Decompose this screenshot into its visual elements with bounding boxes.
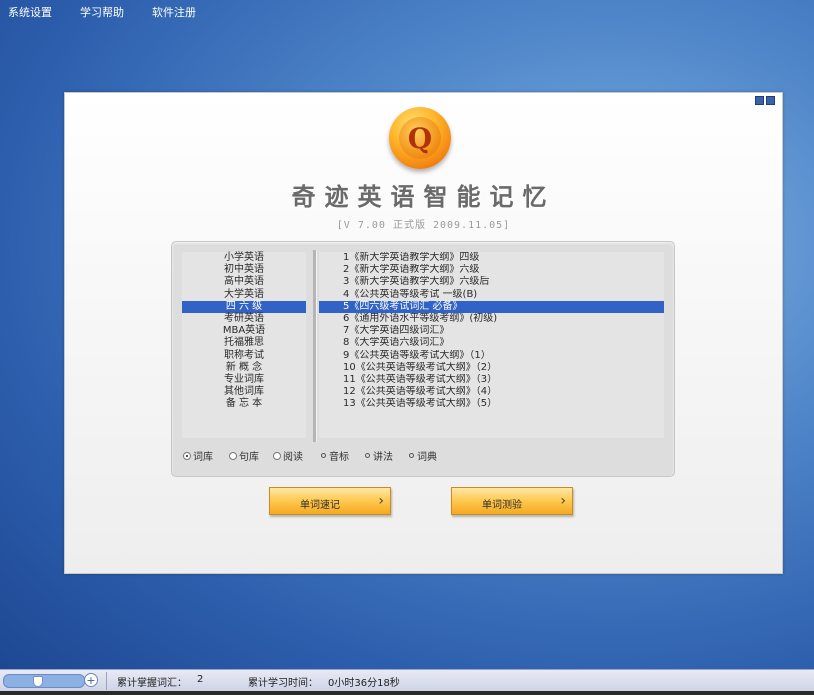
wordbook-item-selected[interactable]: 5《四六级考试词汇 必备》 (319, 300, 664, 313)
category-item[interactable]: 其他词库 (182, 386, 306, 398)
wordbook-item[interactable]: 2《新大学英语教学大纲》六级 (319, 264, 664, 276)
category-item[interactable]: 职称考试 (182, 350, 306, 362)
word-test-label: 单词测验 (482, 500, 522, 511)
option-cidian[interactable]: 词典 (409, 448, 437, 463)
version-label: [V 7.00 正式版 2009.11.05] (336, 220, 511, 231)
menu-software-register[interactable]: 软件注册 (152, 4, 196, 20)
category-item-selected[interactable]: 四 六 级 (182, 300, 306, 313)
taskbar-edge (0, 691, 814, 695)
category-item[interactable]: 大学英语 (182, 289, 306, 301)
wordbook-item[interactable]: 3《新大学英语教学大纲》六级后 (319, 276, 664, 288)
category-item[interactable]: 专业词库 (182, 374, 306, 386)
menu-study-help[interactable]: 学习帮助 (80, 4, 124, 20)
category-item[interactable]: 新 概 念 (182, 362, 306, 374)
option-dot-icon (365, 453, 370, 458)
wordbook-item[interactable]: 1《新大学英语教学大纲》四级 (319, 252, 664, 264)
zoom-slider[interactable] (3, 674, 85, 688)
option-yinbiao-label: 音标 (329, 452, 349, 463)
logo-letter: Q (399, 117, 441, 159)
category-item[interactable]: 小学英语 (182, 252, 306, 264)
wordbook-item[interactable]: 6《通用外语水平等级考纲》(初级) (319, 313, 664, 325)
status-divider (106, 672, 107, 690)
wordbook-item[interactable]: 9《公共英语等级考试大纲》（1） (319, 350, 664, 362)
slider-thumb[interactable] (33, 676, 43, 687)
speed-memorize-label: 单词速记 (300, 500, 340, 511)
status-bar: + 累计掌握词汇： 2 累计学习时间： 0小时36分18秒 (0, 669, 814, 692)
speed-memorize-button[interactable]: 单词速记 › (269, 487, 391, 515)
wordbook-list[interactable]: 1《新大学英语教学大纲》四级 2《新大学英语教学大纲》六级 3《新大学英语教学大… (319, 252, 664, 438)
radio-juku-label: 句库 (239, 452, 259, 463)
mastered-words-label: 累计掌握词汇： (117, 678, 187, 689)
radio-ciku-label: 词库 (193, 452, 213, 463)
radio-yuedu[interactable]: 阅读 (273, 448, 303, 463)
word-test-button[interactable]: 单词测验 › (451, 487, 573, 515)
category-item[interactable]: 高中英语 (182, 276, 306, 288)
category-item[interactable]: 考研英语 (182, 313, 306, 325)
radio-yuedu-label: 阅读 (283, 452, 303, 463)
wordbook-item[interactable]: 10《公共英语等级考试大纲》（2） (319, 362, 664, 374)
category-list[interactable]: 小学英语 初中英语 高中英语 大学英语 四 六 级 考研英语 MBA英语 托福雅… (182, 252, 306, 438)
wordbook-item[interactable]: 8《大学英语六级词汇》 (319, 337, 664, 349)
radio-checked-icon (183, 451, 191, 460)
option-dot-icon (409, 453, 414, 458)
category-item[interactable]: 托福雅思 (182, 337, 306, 349)
radio-juku[interactable]: 句库 (229, 448, 259, 463)
restore-button[interactable] (766, 96, 775, 105)
list-divider (313, 250, 317, 442)
mastered-words-value: 2 (197, 674, 204, 685)
wordbook-item[interactable]: 13《公共英语等级考试大纲》（5） (319, 398, 664, 410)
wordbook-item[interactable]: 4《公共英语等级考试 一级(B) (319, 289, 664, 301)
radio-unchecked-icon (273, 451, 281, 460)
category-item[interactable]: MBA英语 (182, 325, 306, 337)
app-logo: Q (389, 107, 451, 169)
zoom-in-button[interactable]: + (84, 673, 98, 687)
study-time-label: 累计学习时间： (248, 678, 318, 689)
wordbook-item[interactable]: 12《公共英语等级考试大纲》（4） (319, 386, 664, 398)
category-item[interactable]: 初中英语 (182, 264, 306, 276)
wordbook-item[interactable]: 11《公共英语等级考试大纲》（3） (319, 374, 664, 386)
menu-system-settings[interactable]: 系统设置 (8, 4, 52, 20)
arrow-right-icon: › (378, 493, 384, 509)
option-dot-icon (321, 453, 326, 458)
main-panel: Q 奇迹英语智能记忆 [V 7.00 正式版 2009.11.05] 小学英语 … (64, 92, 783, 574)
option-yinbiao[interactable]: 音标 (321, 448, 349, 463)
radio-unchecked-icon (229, 451, 237, 460)
option-cidian-label: 词典 (417, 452, 437, 463)
wordbook-item[interactable]: 7《大学英语四级词汇》 (319, 325, 664, 337)
category-item[interactable]: 备 忘 本 (182, 398, 306, 410)
minimize-button[interactable] (755, 96, 764, 105)
radio-ciku[interactable]: 词库 (183, 448, 213, 463)
option-jiangfa[interactable]: 讲法 (365, 448, 393, 463)
arrow-right-icon: › (560, 493, 566, 509)
app-title: 奇迹英语智能记忆 (291, 183, 556, 211)
study-time-value: 0小时36分18秒 (328, 678, 400, 689)
menu-bar: 系统设置 学习帮助 软件注册 (0, 0, 814, 22)
library-selector: 小学英语 初中英语 高中英语 大学英语 四 六 级 考研英语 MBA英语 托福雅… (171, 241, 675, 477)
option-jiangfa-label: 讲法 (373, 452, 393, 463)
